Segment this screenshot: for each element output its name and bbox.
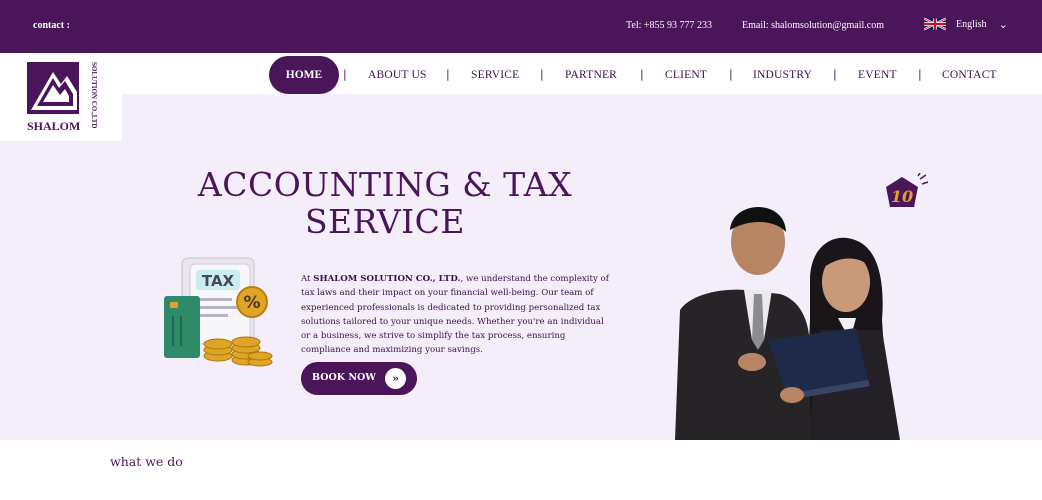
nav-client[interactable]: CLIENT [665, 69, 707, 81]
chevron-down-icon: ⌄ [998, 18, 1008, 31]
top-bar: contact : Tel: +855 93 777 233 Email: sh… [0, 0, 1042, 53]
percent-symbol: % [243, 293, 260, 313]
nav-partner[interactable]: PARTNER [565, 69, 617, 81]
phone-link[interactable]: Tel: +855 93 777 233 [626, 20, 712, 31]
nav-home[interactable]: HOME [269, 56, 339, 94]
desc-company: SHALOM SOLUTION CO., LTD. [313, 274, 461, 284]
book-now-label: BOOK NOW [312, 372, 376, 383]
hero-title-line1: ACCOUNTING & TAX [197, 165, 573, 204]
hero-description: At SHALOM SOLUTION CO., LTD., we underst… [301, 272, 611, 358]
email-link[interactable]: Email: shalomsolution@gmail.com [742, 20, 884, 31]
uk-flag-icon [924, 17, 946, 31]
logo-mountain-icon[interactable] [27, 62, 79, 114]
nav-separator: | [343, 68, 347, 81]
nav-service[interactable]: SERVICE [471, 69, 519, 81]
book-now-button[interactable]: BOOK NOW » [301, 362, 417, 395]
hero-title-line2: SERVICE [304, 202, 466, 241]
main-nav: HOME | ABOUT US | SERVICE | PARTNER | CL… [122, 53, 1042, 94]
nav-separator: | [540, 68, 544, 81]
nav-separator: | [640, 68, 644, 81]
double-chevron-right-icon: » [385, 368, 406, 389]
tax-label: TAX [202, 272, 235, 290]
nav-event[interactable]: EVENT [858, 69, 897, 81]
nav-contact[interactable]: CONTACT [942, 69, 997, 81]
language-selector[interactable]: English ⌄ [924, 17, 1008, 31]
desc-body: , we understand the complexity of tax la… [301, 274, 609, 356]
nav-about-us[interactable]: ABOUT US [368, 69, 427, 81]
nav-separator: | [833, 68, 837, 81]
language-label: English [956, 18, 987, 30]
nav-separator: | [729, 68, 733, 81]
section-heading: what we do [110, 454, 183, 469]
nav-industry[interactable]: INDUSTRY [753, 69, 812, 81]
nav-separator: | [446, 68, 450, 81]
business-people-photo [675, 207, 900, 440]
logo-name: SHALOM [27, 119, 81, 133]
logo-subtitle: SOLUTION CO.,LTD [90, 62, 98, 129]
tax-document-illustration: TAX % [164, 257, 273, 367]
desc-prefix: At [301, 274, 314, 284]
contact-label: contact : [33, 20, 70, 31]
hero-title: ACCOUNTING & TAX SERVICE [180, 166, 590, 240]
nav-separator: | [918, 68, 922, 81]
